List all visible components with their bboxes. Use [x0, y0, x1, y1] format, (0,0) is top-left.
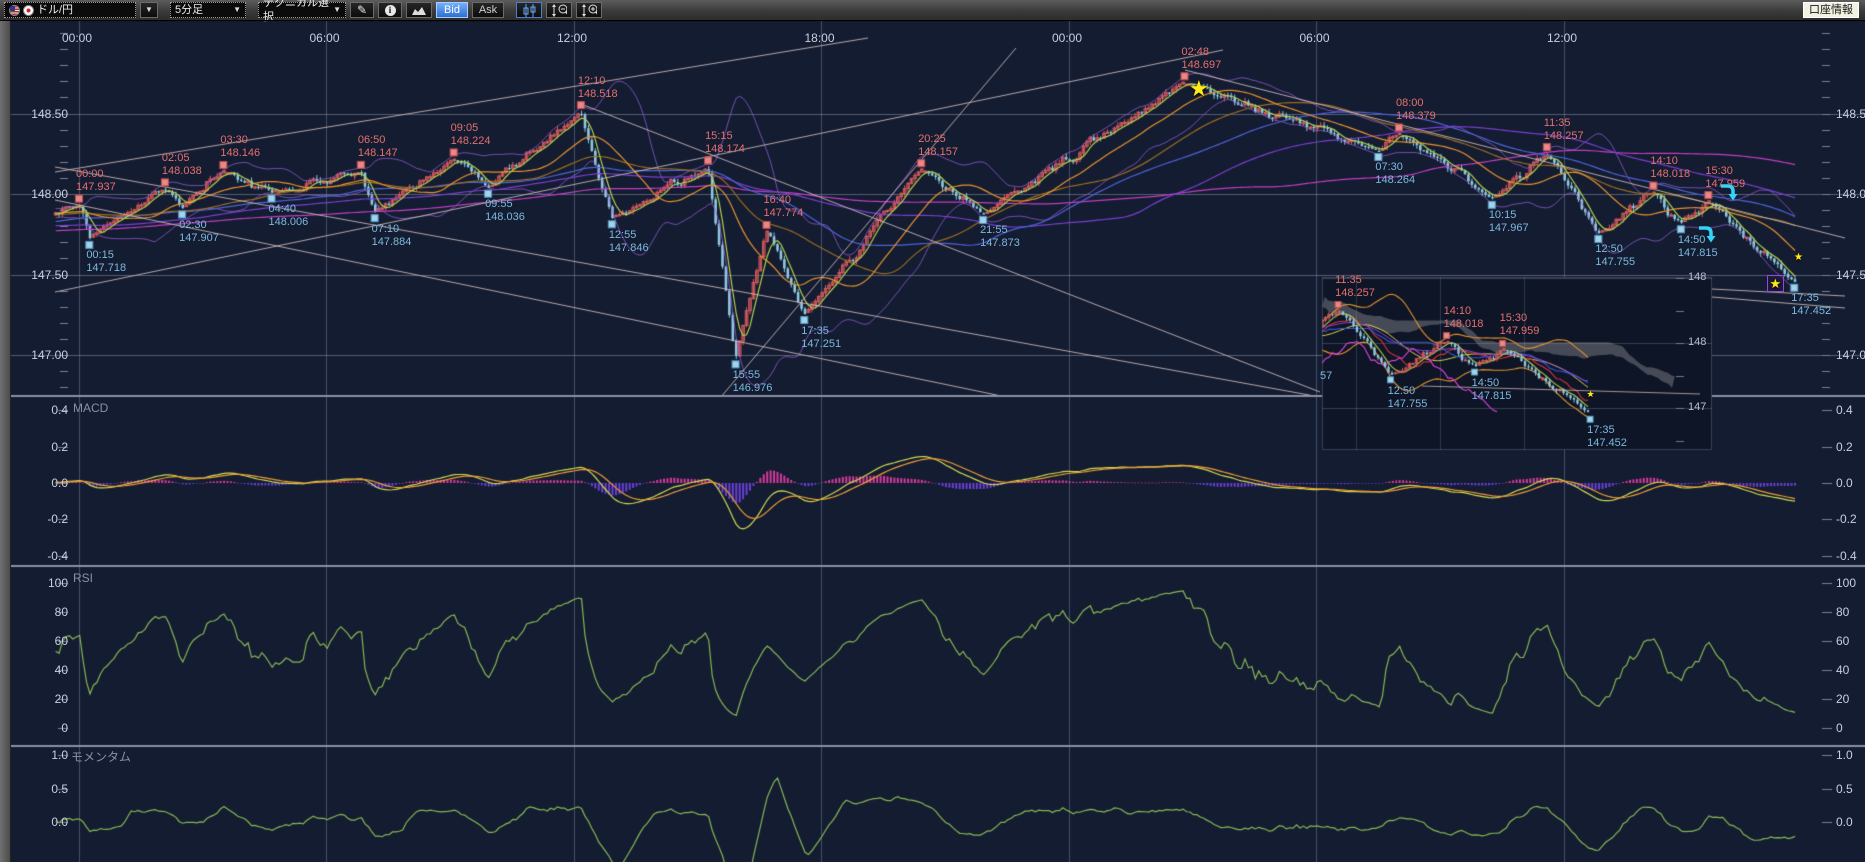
pencil-icon: ✎: [357, 4, 367, 16]
ask-button[interactable]: Ask: [472, 2, 504, 18]
macd-panel-title: MACD: [73, 401, 108, 415]
area-chart-icon: [411, 5, 427, 16]
timeframe-select[interactable]: 5分足 ▼: [170, 2, 246, 18]
account-info-label: 口座情報: [1809, 4, 1853, 16]
info-button[interactable]: i: [378, 2, 402, 18]
technical-select-label: テクニカル選択: [263, 0, 330, 24]
draw-tool-button[interactable]: ✎: [350, 2, 374, 18]
chart-toolbar: ドル/円 ▼ 5分足 ▼ テクニカル選択 ▼ ✎ i Bid Ask: [0, 0, 1865, 20]
currency-pair-select[interactable]: ドル/円: [4, 2, 136, 18]
ask-label: Ask: [479, 3, 497, 17]
zoom-in-icon: [581, 4, 597, 17]
zoom-in-button[interactable]: [576, 2, 602, 18]
area-chart-button[interactable]: [406, 2, 432, 18]
chevron-down-icon: ▼: [233, 3, 241, 17]
info-icon: i: [385, 5, 396, 16]
fx-chart-window: ドル/円 ▼ 5分足 ▼ テクニカル選択 ▼ ✎ i Bid Ask: [0, 0, 1865, 862]
bid-label: Bid: [444, 3, 460, 17]
japan-flag-icon: [23, 5, 34, 16]
zoom-out-button[interactable]: [546, 2, 572, 18]
chevron-down-icon: ▼: [333, 3, 341, 17]
us-flag-icon: [9, 5, 20, 16]
bid-button[interactable]: Bid: [436, 2, 468, 18]
account-info-button[interactable]: 口座情報: [1803, 2, 1859, 18]
chevron-down-icon: ▼: [145, 3, 153, 17]
currency-pair-label: ドル/円: [37, 3, 73, 17]
currency-dropdown-button[interactable]: ▼: [140, 2, 158, 18]
zoom-out-icon: [551, 4, 567, 17]
candlestick-icon: [521, 4, 537, 17]
chart-canvas[interactable]: [0, 0, 1865, 862]
left-gutter[interactable]: [0, 20, 11, 862]
momentum-panel-title: モメンタム: [71, 748, 131, 765]
candle-chart-button[interactable]: [516, 2, 542, 18]
technical-select-button[interactable]: テクニカル選択 ▼: [258, 2, 346, 18]
rsi-panel-title: RSI: [73, 571, 93, 585]
timeframe-label: 5分足: [175, 3, 203, 17]
